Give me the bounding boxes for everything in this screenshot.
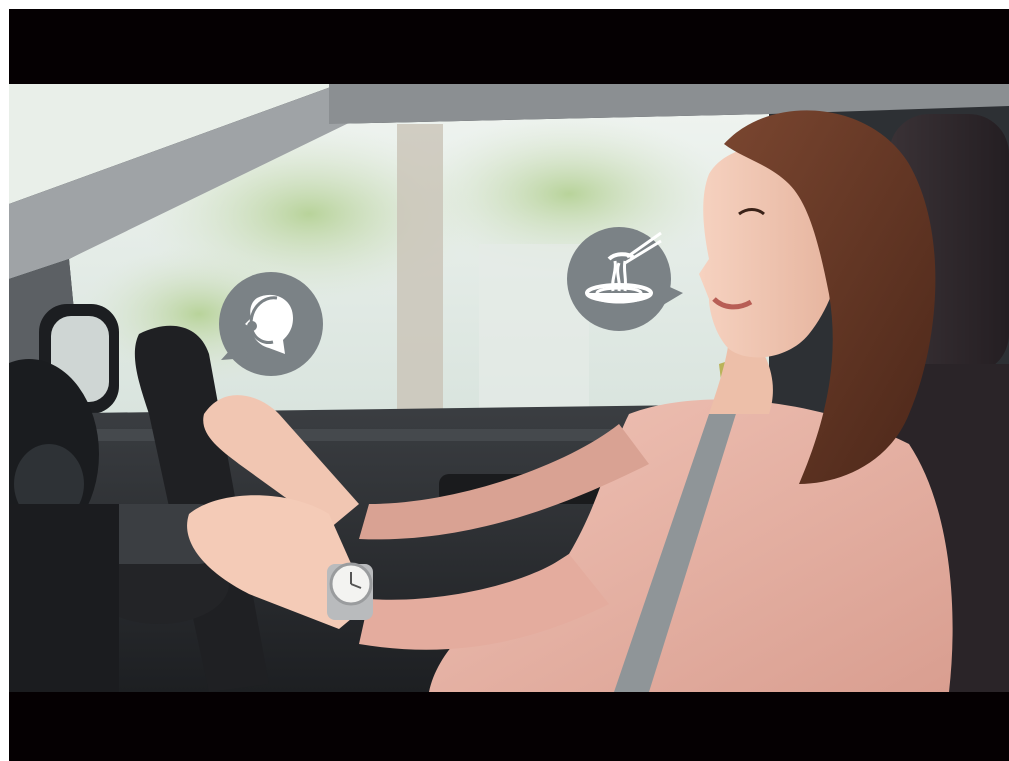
operator-headset-icon bbox=[219, 272, 323, 376]
scene-illustration bbox=[9, 84, 1009, 692]
noodle-bowl-icon bbox=[567, 227, 683, 331]
support-bubble bbox=[211, 268, 323, 380]
video-frame bbox=[9, 9, 1009, 761]
letterbox-top bbox=[9, 9, 1009, 84]
driving-scene-image bbox=[9, 84, 1009, 692]
food-bubble bbox=[565, 221, 685, 336]
letterbox-bottom bbox=[9, 692, 1009, 761]
